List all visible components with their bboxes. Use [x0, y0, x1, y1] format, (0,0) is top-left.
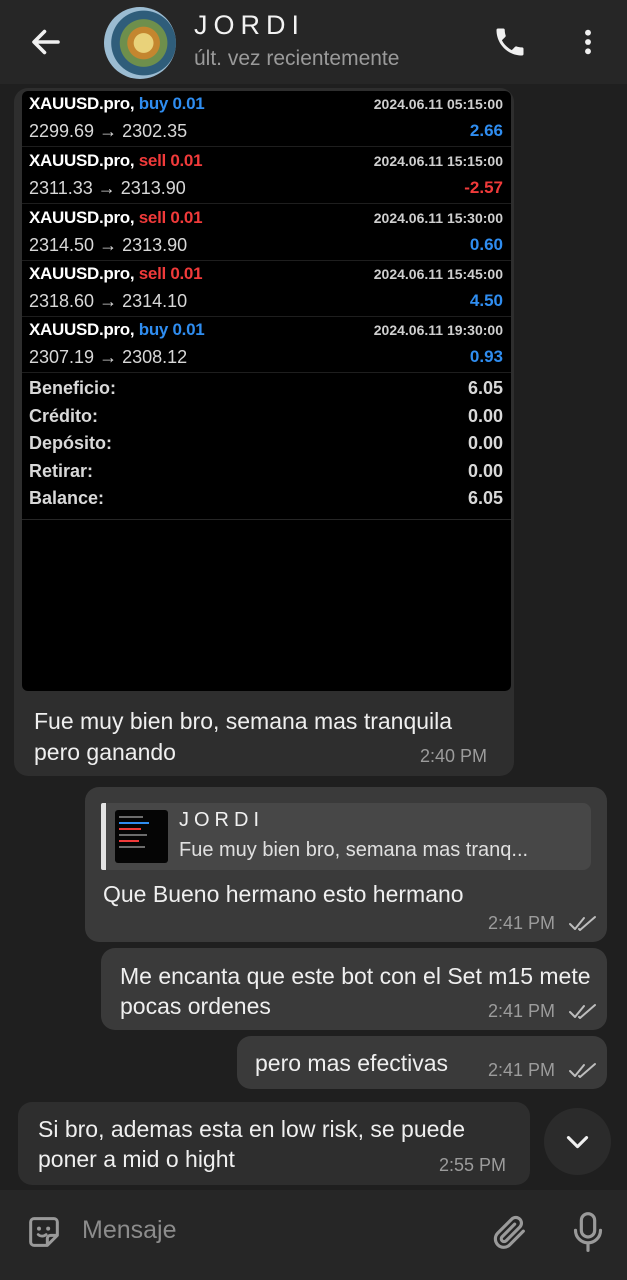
- quoted-sender-name: JORDI: [179, 809, 264, 831]
- paperclip-icon[interactable]: [490, 1212, 530, 1252]
- summary-row: Balance: 6.05: [22, 488, 511, 516]
- summary-label: Beneficio:: [29, 378, 117, 398]
- summary-value: 0.00: [467, 406, 503, 426]
- trade-profit: -2.57: [464, 178, 503, 197]
- thumbnail-detail: [119, 840, 139, 842]
- trade-direction: buy 0.01: [138, 320, 205, 339]
- trade-direction: sell 0.01: [138, 151, 203, 170]
- trade-profit: 0.60: [469, 235, 503, 254]
- trade-row: XAUUSD.pro, sell 0.01 2024.06.11 15:30:0…: [22, 205, 511, 261]
- chat-header: [0, 0, 627, 84]
- summary-row: Beneficio: 6.05: [22, 378, 511, 406]
- trade-prices: 2307.19 → 2308.12: [29, 347, 188, 367]
- message-text: Que Bueno hermano esto hermano: [103, 881, 464, 907]
- report-divider: [22, 519, 511, 520]
- message-text: pero mas efectivas: [255, 1050, 449, 1076]
- trade-profit: 0.93: [469, 347, 503, 366]
- message-time: 2:41 PM: [488, 1001, 556, 1021]
- trade-direction: sell 0.01: [138, 264, 203, 283]
- more-vertical-icon[interactable]: [572, 24, 604, 60]
- summary-label: Balance:: [29, 488, 105, 508]
- trade-profit: 2.66: [469, 121, 503, 140]
- quoted-text: Fue muy bien bro, semana mas tranq...: [179, 839, 529, 861]
- quoted-image-thumbnail: [115, 810, 168, 863]
- double-check-icon: [569, 916, 596, 931]
- double-check-icon: [569, 1004, 596, 1019]
- summary-row: Retirar: 0.00: [22, 461, 511, 489]
- trade-row: XAUUSD.pro, buy 0.01 2024.06.11 05:15:00…: [22, 91, 511, 147]
- message-time: 2:41 PM: [488, 913, 556, 933]
- scroll-down-button[interactable]: [544, 1108, 611, 1175]
- summary-value: 0.00: [467, 433, 503, 453]
- trade-datetime: 2024.06.11 19:30:00: [373, 322, 503, 338]
- contact-name[interactable]: JORDI: [194, 10, 305, 41]
- trade-symbol: XAUUSD.pro,: [29, 94, 135, 113]
- summary-label: Crédito:: [29, 406, 98, 426]
- sticker-emoji-icon[interactable]: [24, 1212, 64, 1252]
- trade-direction: buy 0.01: [138, 94, 205, 113]
- trade-report-image[interactable]: XAUUSD.pro, buy 0.01 2024.06.11 05:15:00…: [22, 91, 511, 691]
- arrow-left-icon[interactable]: [28, 24, 64, 60]
- trade-profit: 4.50: [469, 291, 503, 310]
- trade-symbol: XAUUSD.pro,: [29, 264, 135, 283]
- summary-row: Depósito: 0.00: [22, 433, 511, 461]
- trade-symbol: XAUUSD.pro,: [29, 320, 135, 339]
- message-time: 2:41 PM: [488, 1060, 556, 1080]
- quote-bar: [101, 803, 106, 870]
- trade-prices: 2311.33 → 2313.90: [29, 178, 186, 198]
- trade-datetime: 2024.06.11 15:30:00: [373, 210, 503, 226]
- trade-symbol: XAUUSD.pro,: [29, 208, 135, 227]
- trade-datetime: 2024.06.11 05:15:00: [373, 96, 503, 112]
- summary-label: Depósito:: [29, 433, 112, 453]
- trade-row: XAUUSD.pro, sell 0.01 2024.06.11 15:15:0…: [22, 148, 511, 204]
- quoted-message[interactable]: JORDI Fue muy bien bro, semana mas tranq…: [101, 803, 591, 870]
- summary-label: Retirar:: [29, 461, 94, 481]
- thumbnail-detail: [119, 816, 143, 818]
- summary-row: Crédito: 0.00: [22, 406, 511, 434]
- chevron-down-icon: [566, 1136, 589, 1149]
- trade-prices: 2318.60 → 2314.10: [29, 291, 188, 311]
- thumbnail-detail: [119, 828, 141, 830]
- message-time: 2:40 PM: [420, 746, 488, 766]
- trade-symbol: XAUUSD.pro,: [29, 151, 135, 170]
- trade-datetime: 2024.06.11 15:45:00: [373, 266, 503, 282]
- summary-value: 0.00: [467, 461, 503, 481]
- thumbnail-detail: [119, 834, 147, 836]
- trade-row: XAUUSD.pro, buy 0.01 2024.06.11 19:30:00…: [22, 317, 511, 373]
- microphone-icon[interactable]: [568, 1210, 608, 1254]
- summary-value: 6.05: [467, 378, 503, 398]
- message-input[interactable]: Mensaje: [82, 1216, 177, 1245]
- thumbnail-detail: [119, 846, 145, 848]
- double-check-icon: [569, 1063, 596, 1078]
- message-time: 2:55 PM: [439, 1155, 507, 1175]
- thumbnail-detail: [119, 822, 149, 824]
- trade-prices: 2314.50 → 2313.90: [29, 235, 188, 255]
- last-seen-status: últ. vez recientemente: [194, 47, 400, 70]
- trade-datetime: 2024.06.11 15:15:00: [373, 153, 503, 169]
- trade-prices: 2299.69 → 2302.35: [29, 121, 188, 141]
- trade-row: XAUUSD.pro, sell 0.01 2024.06.11 15:45:0…: [22, 261, 511, 317]
- summary-value: 6.05: [467, 488, 503, 508]
- trade-direction: sell 0.01: [138, 208, 203, 227]
- avatar[interactable]: [104, 7, 176, 79]
- phone-icon[interactable]: [492, 24, 528, 60]
